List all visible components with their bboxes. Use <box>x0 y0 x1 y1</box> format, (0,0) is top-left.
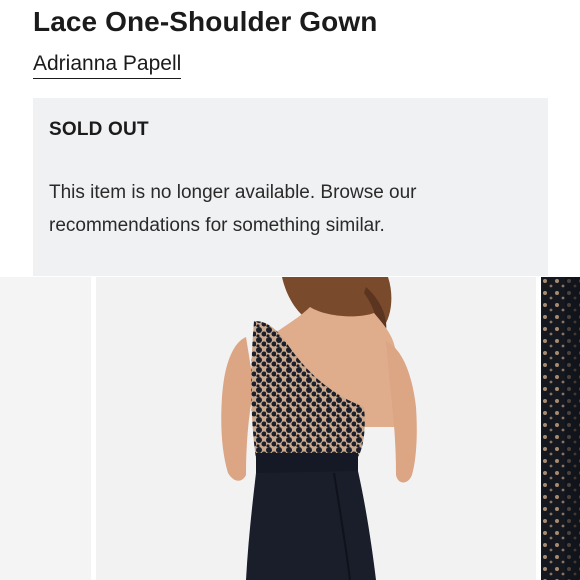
gallery-slide-previous[interactable] <box>0 277 91 580</box>
product-title: Lace One-Shoulder Gown <box>33 6 378 37</box>
gown-back-view-image <box>221 277 417 580</box>
sold-out-heading: SOLD OUT <box>49 119 149 140</box>
product-page: Lace One-Shoulder Gown Adrianna Papell S… <box>0 0 580 580</box>
sold-out-message: This item is no longer available. Browse… <box>49 182 417 236</box>
gallery-slide-next[interactable] <box>541 277 580 580</box>
sold-out-notice: SOLD OUT This item is no longer availabl… <box>33 98 548 276</box>
gallery-slide-main[interactable] <box>96 277 536 580</box>
brand-link[interactable]: Adrianna Papell <box>33 52 182 79</box>
image-gallery[interactable] <box>0 277 580 580</box>
lace-detail-image <box>541 277 580 580</box>
